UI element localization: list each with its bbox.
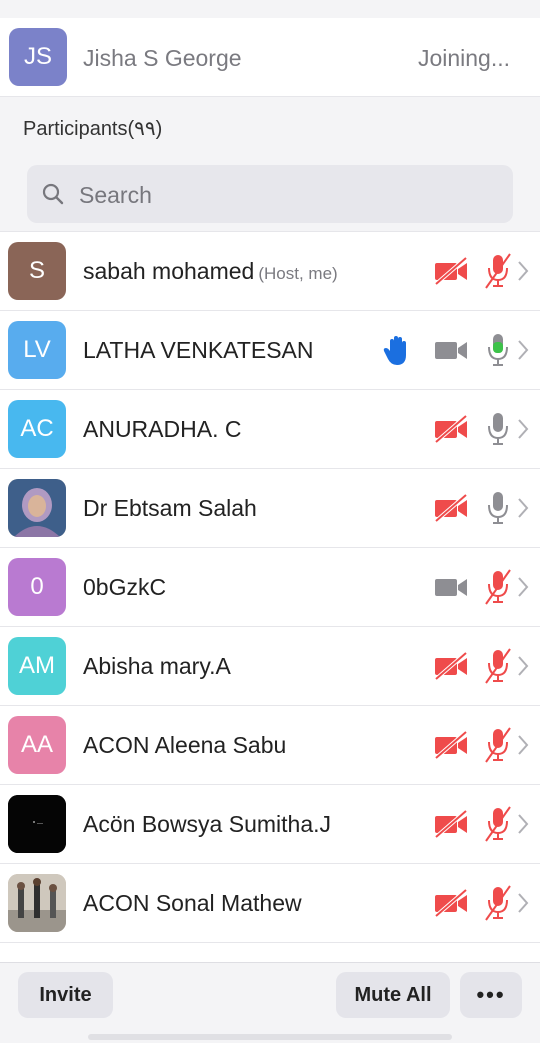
participant-name: 0bGzkC	[83, 574, 166, 601]
chevron-right-icon	[518, 814, 529, 834]
participant-name: Dr Ebtsam Salah	[83, 495, 257, 522]
mic-speaking-icon[interactable]	[483, 331, 513, 369]
video-off-icon[interactable]	[433, 888, 469, 918]
raised-hand-icon	[383, 336, 406, 365]
video-off-icon[interactable]	[433, 651, 469, 681]
video-off-icon[interactable]	[433, 256, 469, 286]
mic-muted-icon[interactable]	[483, 884, 513, 922]
chevron-right-icon	[518, 340, 529, 360]
bottom-toolbar: Invite Mute All •••	[0, 962, 540, 1043]
joining-participant-row[interactable]: JS Jisha S George Joining...	[0, 18, 540, 97]
mic-muted-icon[interactable]	[483, 568, 513, 606]
mic-on-icon[interactable]	[483, 410, 513, 448]
participant-row[interactable]: Dr Ebtsam Salah	[0, 469, 540, 548]
avatar-photo	[8, 479, 66, 537]
mic-muted-icon[interactable]	[483, 805, 513, 843]
video-off-icon[interactable]	[433, 730, 469, 760]
participants-count-title: Participants(٩٩)	[23, 118, 163, 140]
chevron-right-icon	[518, 893, 529, 913]
participant-name-text: Dr Ebtsam Salah	[83, 495, 257, 521]
participant-row[interactable]: AA ACON Aleena Sabu	[0, 706, 540, 785]
participant-name: Abisha mary.A	[83, 653, 231, 680]
participant-name-text: LATHA VENKATESAN	[83, 337, 314, 363]
profile-photo	[8, 479, 66, 537]
participant-name: Acön Bowsya Sumitha.J	[83, 811, 331, 838]
chevron-right-icon	[518, 656, 529, 676]
avatar: AA	[8, 716, 66, 774]
avatar: 0	[8, 558, 66, 616]
search-box[interactable]	[27, 165, 513, 223]
joining-status: Joining...	[417, 45, 510, 71]
avatar-photo	[8, 795, 66, 853]
mic-muted-icon[interactable]	[483, 252, 513, 290]
avatar: JS	[9, 28, 67, 86]
avatar: LV	[8, 321, 66, 379]
avatar: S	[8, 242, 66, 300]
participant-name-text: Acön Bowsya Sumitha.J	[83, 811, 332, 837]
participant-name-text: 0bGzkC	[83, 574, 167, 600]
participant-name: LATHA VENKATESAN	[83, 337, 314, 364]
participant-row[interactable]: LV LATHA VENKATESAN	[0, 311, 540, 390]
video-off-icon[interactable]	[433, 493, 469, 523]
chevron-right-icon	[518, 735, 529, 755]
video-on-icon[interactable]	[433, 335, 469, 365]
participant-name-text: Abisha mary.A	[83, 653, 231, 679]
chevron-right-icon	[518, 419, 529, 439]
invite-button[interactable]: Invite	[18, 972, 113, 1018]
mic-on-icon[interactable]	[483, 489, 513, 527]
participant-name-text: sabah mohamed	[83, 258, 255, 284]
participants-section-header: Participants(٩٩)	[0, 97, 540, 157]
chevron-right-icon	[518, 577, 529, 597]
mic-muted-icon[interactable]	[483, 647, 513, 685]
participant-row[interactable]: AC ANURADHA. C	[0, 390, 540, 469]
search-bar	[0, 157, 540, 232]
chevron-right-icon	[518, 261, 529, 281]
avatar-photo	[8, 874, 66, 932]
mute-all-button[interactable]: Mute All	[336, 972, 450, 1018]
participant-name-text: ANURADHA. C	[83, 416, 242, 442]
participant-row[interactable]: 0 0bGzkC	[0, 548, 540, 627]
video-off-icon[interactable]	[433, 809, 469, 839]
profile-photo	[8, 874, 66, 932]
participant-name: ANURADHA. C	[83, 416, 241, 443]
participant-name: ACON Aleena Sabu	[83, 732, 286, 759]
joining-name: Jisha S George	[83, 45, 242, 71]
chevron-right-icon	[518, 498, 529, 518]
avatar: AC	[8, 400, 66, 458]
participant-role: (Host, me)	[258, 264, 338, 283]
search-input[interactable]	[77, 175, 501, 215]
participant-list: S sabah mohamed (Host, me) LV LATHA VENKA…	[0, 232, 540, 943]
participant-row[interactable]: ACON Sonal Mathew	[0, 864, 540, 943]
participant-name-text: ACON Aleena Sabu	[83, 732, 287, 758]
profile-photo	[8, 795, 66, 853]
home-indicator	[88, 1034, 452, 1040]
participant-name-text: ACON Sonal Mathew	[83, 890, 302, 916]
top-strip	[0, 0, 540, 19]
participant-name: sabah mohamed (Host, me)	[83, 258, 338, 285]
avatar: AM	[8, 637, 66, 695]
participant-name: ACON Sonal Mathew	[83, 890, 302, 917]
video-on-icon[interactable]	[433, 572, 469, 602]
participant-row[interactable]: S sabah mohamed (Host, me)	[0, 232, 540, 311]
video-off-icon[interactable]	[433, 414, 469, 444]
more-options-button[interactable]: •••	[460, 972, 522, 1018]
participant-row[interactable]: AM Abisha mary.A	[0, 627, 540, 706]
mic-muted-icon[interactable]	[483, 726, 513, 764]
search-icon	[42, 183, 64, 205]
participant-row[interactable]: Acön Bowsya Sumitha.J	[0, 785, 540, 864]
